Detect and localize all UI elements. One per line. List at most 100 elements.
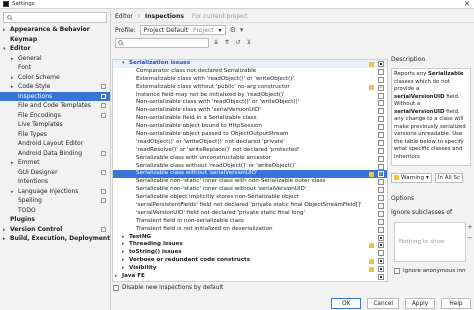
expand-all-icon[interactable]: ⇊ <box>212 39 220 46</box>
inspection-enabled-checkbox[interactable] <box>378 187 384 194</box>
inspection-row[interactable]: Transient field is not initialized on de… <box>113 226 387 234</box>
sidebar-item-android-data-binding[interactable]: Android Data Binding <box>0 149 110 159</box>
inspection-row[interactable]: Non-serializable class with 'readObject(… <box>113 99 387 107</box>
inspection-enabled-checkbox[interactable] <box>378 147 384 154</box>
settings-search-input[interactable] <box>3 12 107 23</box>
severity-dropdown[interactable]: Warning ▾ <box>391 172 432 183</box>
sidebar-item-gui-designer[interactable]: GUI Designer <box>0 168 110 178</box>
sidebar-item-emmet[interactable]: ▸ Emmet <box>0 158 110 168</box>
inspection-enabled-checkbox[interactable] <box>378 274 384 281</box>
inspection-enabled-checkbox[interactable] <box>378 210 384 217</box>
inspection-row[interactable]: 'serialPersistentFields' field not decla… <box>113 202 387 210</box>
inspection-row[interactable]: Instance field may not be initialized by… <box>113 92 387 100</box>
scope-dropdown[interactable]: In All Sc <box>434 172 464 183</box>
disable-new-inspections-option[interactable]: Disable new inspections by default <box>113 283 223 292</box>
sidebar-item-inspections[interactable]: Inspections <box>0 91 110 101</box>
sidebar-item-live-templates[interactable]: Live Templates <box>0 120 110 130</box>
sidebar-item-file-encodings[interactable]: File Encodings <box>0 111 110 121</box>
sidebar-item-color-scheme[interactable]: ▸ Color Scheme <box>0 73 110 83</box>
inspection-row[interactable]: Serializable non-'static' inner class wi… <box>113 178 387 186</box>
sidebar-item-file-types[interactable]: File Types <box>0 130 110 140</box>
sidebar-item-intentions[interactable]: Intentions <box>0 177 110 187</box>
sidebar-item-general[interactable]: ▸ General <box>0 54 110 64</box>
inspection-row[interactable]: Non-serializable object bound to HttpSes… <box>113 123 387 131</box>
collapse-all-icon[interactable]: ⇈ <box>223 39 231 46</box>
expand-arrow-icon[interactable]: ▸ <box>115 273 122 281</box>
inspection-row[interactable]: Externalizable class without 'public' no… <box>113 84 387 92</box>
inspection-enabled-checkbox[interactable] <box>378 124 384 131</box>
inspection-enabled-checkbox[interactable] <box>378 242 384 249</box>
inspection-row[interactable]: Serializable class without 'serialVersio… <box>113 170 387 179</box>
expand-arrow-icon[interactable]: ▸ <box>3 235 10 245</box>
disable-new-checkbox[interactable] <box>113 284 119 291</box>
inspection-row[interactable]: Serializable class without 'readObject()… <box>113 163 387 171</box>
inspection-enabled-checkbox[interactable] <box>378 179 384 186</box>
inspection-enabled-checkbox[interactable] <box>378 139 384 146</box>
inspection-enabled-checkbox[interactable] <box>378 195 384 202</box>
inspection-row[interactable]: 'readObject()' or 'writeObject()' not de… <box>113 139 387 147</box>
remove-icon[interactable]: − <box>467 234 473 242</box>
inspection-row[interactable]: Serializable class with unconstructable … <box>113 155 387 163</box>
inspection-enabled-checkbox[interactable]: ✓ <box>378 171 384 178</box>
inspection-enabled-checkbox[interactable] <box>378 132 384 139</box>
sidebar-item-version-control[interactable]: ▸ Version Control <box>0 225 110 235</box>
sidebar-item-font[interactable]: Font <box>0 63 110 73</box>
inspection-row[interactable]: Non-serializable class with 'serialVersi… <box>113 107 387 115</box>
inspection-enabled-checkbox[interactable] <box>378 226 384 233</box>
inspection-enabled-checkbox[interactable] <box>378 163 384 170</box>
inspection-row[interactable]: Non-serializable field in a Serializable… <box>113 115 387 123</box>
inspections-search-input[interactable] <box>115 37 209 48</box>
expand-arrow-icon[interactable]: ▸ <box>122 234 129 242</box>
help-button[interactable]: Help <box>441 298 471 309</box>
inspection-group-row[interactable]: ▸ Verbose or redundant code constructs <box>113 257 387 265</box>
close-icon[interactable]: ✕ <box>464 0 470 9</box>
inspection-row[interactable]: Comparator class not declared Serializab… <box>113 68 387 76</box>
sidebar-item-keymap[interactable]: Keymap <box>0 35 110 45</box>
inspection-enabled-checkbox[interactable] <box>378 92 384 99</box>
sidebar-item-build-execution-deployment[interactable]: ▸ Build, Execution, Deployment <box>0 234 110 244</box>
inspection-enabled-checkbox[interactable] <box>378 76 384 83</box>
inspection-enabled-checkbox[interactable] <box>378 108 384 115</box>
inspection-enabled-checkbox[interactable] <box>378 155 384 162</box>
inspection-enabled-checkbox[interactable] <box>378 234 384 241</box>
ok-button[interactable]: OK <box>331 298 362 309</box>
inspection-enabled-checkbox[interactable]: ✓ <box>378 84 384 91</box>
apply-button[interactable]: Apply <box>405 298 435 309</box>
sidebar-item-code-style[interactable]: ▸ Code Style <box>0 82 110 92</box>
expand-arrow-icon[interactable]: ▸ <box>122 241 129 249</box>
inspection-row[interactable]: Serializable non-'static' inner class wi… <box>113 186 387 194</box>
inspection-row[interactable]: Non-serializable object passed to Object… <box>113 131 387 139</box>
inspection-row[interactable]: Externalizable class with 'readObject()'… <box>113 76 387 84</box>
inspection-enabled-checkbox[interactable] <box>378 100 384 107</box>
expand-arrow-icon[interactable]: ▸ <box>122 257 129 265</box>
inspection-enabled-checkbox[interactable] <box>378 266 384 273</box>
inspection-enabled-checkbox[interactable] <box>378 116 384 123</box>
inspection-enabled-checkbox[interactable] <box>378 61 384 67</box>
inspection-group-row[interactable]: ▸ TestNG <box>113 234 387 242</box>
add-icon[interactable]: + <box>467 223 473 231</box>
sidebar-item-todo[interactable]: TODO <box>0 206 110 216</box>
ignore-anonymous-option[interactable]: Ignore anonymous inn <box>394 268 466 274</box>
sidebar-item-plugins[interactable]: Plugins <box>0 215 110 225</box>
inspection-group-row[interactable]: ▾ Serialization issues <box>113 60 387 68</box>
inspection-enabled-checkbox[interactable] <box>378 258 384 265</box>
sidebar-item-spelling[interactable]: Spelling <box>0 196 110 206</box>
expand-arrow-icon[interactable]: ▸ <box>122 249 129 257</box>
expand-arrow-icon[interactable]: ▸ <box>122 265 129 273</box>
profile-dropdown[interactable]: Project Default Project ▾ <box>139 25 226 35</box>
reset-icon[interactable]: ↺ <box>234 39 242 46</box>
cancel-button[interactable]: Cancel <box>367 298 399 309</box>
sidebar-item-editor[interactable]: ▾ Editor <box>0 44 110 54</box>
inspection-row[interactable]: Serializable object implicitly stores no… <box>113 194 387 202</box>
sidebar-item-appearance-behavior[interactable]: ▸ Appearance & Behavior <box>0 25 110 35</box>
inspection-group-row[interactable]: ▸ Java FE <box>113 273 387 281</box>
inspection-row[interactable]: 'readResolve()' or 'writeReplace()' not … <box>113 147 387 155</box>
expand-arrow-icon[interactable]: ▾ <box>122 60 129 68</box>
sidebar-item-language-injections[interactable]: ▸ Language Injections <box>0 187 110 197</box>
inspection-row[interactable]: Transient field in non-serializable clas… <box>113 218 387 226</box>
inspection-enabled-checkbox[interactable] <box>378 218 384 225</box>
filter-icon[interactable]: ⊻ <box>245 39 253 46</box>
inspection-group-row[interactable]: ▸ Visibility <box>113 265 387 273</box>
inspection-enabled-checkbox[interactable] <box>378 250 384 257</box>
gear-chevron-icon[interactable]: ▾ <box>240 26 244 34</box>
